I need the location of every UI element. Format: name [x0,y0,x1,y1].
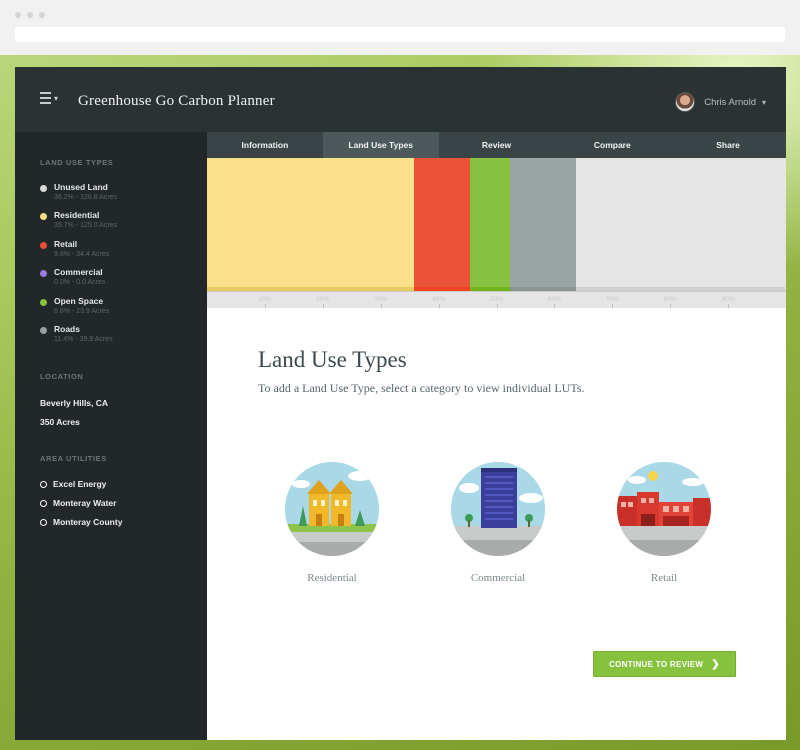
category-label: Retail [650,572,678,584]
window-dot [15,12,21,18]
chevron-right-icon: ❯ [711,658,720,670]
address-bar[interactable] [15,27,785,42]
utility-name: Excel Energy [53,479,107,489]
page-title: Land Use Types [258,347,407,372]
lut-name: Commercial [54,267,103,277]
chart-tick-mark [380,304,382,308]
chart-tick-label: 70% [605,296,619,303]
app-title: Greenhouse Go Carbon Planner [78,93,275,109]
lut-stat: 6.8% - 23.9 Acres [54,308,110,315]
swatch-icon [40,213,47,220]
lut-name: Unused Land [54,182,108,192]
browser-chrome [0,0,800,55]
lut-stat: 35.7% - 125.0 Acres [54,222,118,229]
chart-bars [207,158,786,291]
location-heading: LOCATION [40,372,84,381]
chevron-down-icon: ▾ [54,94,59,103]
utility-name: Monteray County [53,517,123,527]
swatch-icon [40,327,47,334]
radio-icon [40,518,47,526]
category-label: Commercial [470,572,526,584]
utility-item[interactable]: Monteray County [40,515,122,529]
tab-bar: Information Land Use Types Review Compar… [207,132,786,158]
radio-icon [40,499,47,507]
window-dot [27,12,33,18]
commercial-icon [451,462,545,556]
lut-stat: 36.2% - 126.8 Acres [54,194,118,201]
chart-segment-unused-land [575,158,786,291]
land-use-chart: 10% 20% 30% 40% 50% 60% 70% 80% 90% [207,158,786,308]
chevron-down-icon: ▾ [761,97,766,107]
location-value: Beverly Hills, CA [40,398,109,408]
chart-tick-mark [264,304,266,308]
window-dot [39,12,45,18]
chart-tick-mark [670,304,672,308]
residential-icon [285,462,379,556]
chart-tick-mark [438,304,440,308]
sidebar: LAND USE TYPES Unused Land 36.2% - 126.8… [15,132,207,740]
chart-tick-label: 50% [489,296,504,303]
swatch-icon [40,242,47,249]
lut-name: Retail [54,239,78,249]
lut-stat: 0.0% - 0.0 Acres [54,279,106,286]
chart-segment-open-space [470,158,510,291]
top-bar: ▾ Greenhouse Go Carbon Planner Chris Arn… [15,67,786,132]
tab-compare[interactable]: Compare [554,132,670,158]
page-subtitle: To add a Land Use Type, select a categor… [258,381,585,395]
utility-item[interactable]: Excel Energy [40,477,106,491]
retail-icon [617,462,711,556]
user-name: Chris Arnold [704,96,756,108]
category-retail[interactable]: Retail [596,462,726,592]
tab-information[interactable]: Information [207,132,323,158]
radio-icon [40,480,47,488]
land-use-heading: LAND USE TYPES [40,158,114,167]
swatch-icon [40,270,47,277]
tab-review[interactable]: Review [439,132,555,158]
lut-name: Roads [54,324,80,334]
lut-name: Open Space [54,296,104,306]
tab-share[interactable]: Share [670,132,786,158]
chart-tick-mark [496,304,498,308]
continue-to-review-button[interactable]: CONTINUE TO REVIEW ❯ [593,651,736,677]
tab-land-use-types[interactable]: Land Use Types [322,132,439,158]
lut-stat: 9.8% - 34.4 Acres [54,251,110,258]
cta-label: CONTINUE TO REVIEW [609,659,704,669]
hamburger-menu-button[interactable]: ▾ [40,92,62,108]
utilities-heading: AREA UTILITIES [40,454,107,463]
chart-axis: 10% 20% 30% 40% 50% 60% 70% 80% 90% [207,291,786,308]
user-menu[interactable]: Chris Arnold ▾ [675,91,766,113]
category-residential[interactable]: Residential [264,462,394,592]
lut-name: Residential [54,210,100,220]
avatar [675,92,696,112]
chart-tick-label: 30% [374,296,388,303]
swatch-icon [40,299,47,306]
utility-name: Monteray Water [53,498,117,508]
acreage-value: 350 Acres [40,417,80,427]
chart-tick-mark [612,304,614,308]
chart-tick-mark [554,304,556,308]
utility-item[interactable]: Monteray Water [40,496,116,510]
chart-tick-label: 90% [721,296,735,303]
chart-tick-label: 40% [432,296,446,303]
chart-tick-mark [322,304,324,308]
app-window: ▾ Greenhouse Go Carbon Planner Chris Arn… [15,67,786,740]
chart-tick-mark [728,304,730,308]
chart-segment-retail [413,158,471,291]
category-label: Residential [307,572,357,584]
chart-tick-label: 20% [316,296,330,303]
chart-tick-label: 10% [258,296,272,303]
chart-tick-label: 80% [663,296,677,303]
chart-segment-roads [509,158,576,291]
lut-stat: 11.4% - 39.9 Acres [54,336,113,343]
swatch-icon [40,185,47,192]
category-commercial[interactable]: Commercial [430,462,560,592]
chart-segment-residential [207,158,414,291]
chart-tick-label: 60% [547,296,561,303]
